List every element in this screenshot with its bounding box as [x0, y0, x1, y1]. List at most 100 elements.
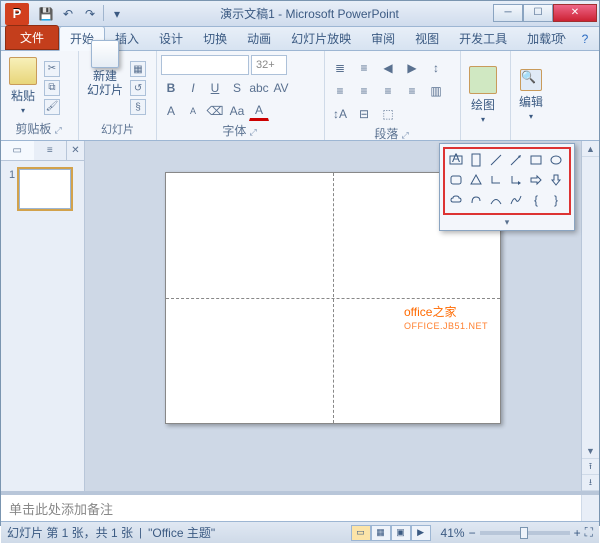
dialog-launcher-icon[interactable]: ⤢: [249, 127, 258, 137]
shape-rounded-rect-icon[interactable]: [447, 171, 465, 189]
shape-triangle-icon[interactable]: [467, 171, 485, 189]
change-case-button[interactable]: Aa: [227, 101, 247, 121]
reading-view-button[interactable]: ▣: [391, 525, 411, 541]
tab-developer[interactable]: 开发工具: [449, 27, 517, 50]
shape-rectangle-icon[interactable]: [527, 151, 545, 169]
scroll-down-icon[interactable]: ▼: [582, 443, 599, 459]
qat-customize-icon[interactable]: ▾: [108, 5, 126, 23]
slide-thumbnail[interactable]: 1: [9, 169, 76, 209]
slides-tab[interactable]: ▭: [1, 141, 34, 160]
line-spacing-button[interactable]: ↕: [425, 58, 447, 78]
smartart-button[interactable]: ⬚: [377, 104, 399, 124]
dialog-launcher-icon[interactable]: ⤢: [54, 125, 63, 135]
tab-review[interactable]: 审阅: [361, 27, 405, 50]
underline-button[interactable]: U: [205, 78, 225, 98]
font-color-button[interactable]: A: [249, 101, 269, 121]
bold-button[interactable]: B: [161, 78, 181, 98]
section-icon[interactable]: §: [130, 99, 146, 115]
undo-icon[interactable]: ↶: [59, 5, 77, 23]
new-slide-button[interactable]: 新建 幻灯片: [83, 74, 127, 98]
shape-textbox-icon[interactable]: A: [447, 151, 465, 169]
dialog-launcher-icon[interactable]: ⤢: [401, 130, 410, 140]
shape-cloud-icon[interactable]: [447, 191, 465, 209]
zoom-in-button[interactable]: +: [574, 526, 581, 540]
shadow-button[interactable]: abc: [249, 78, 269, 98]
sorter-view-button[interactable]: ▦: [371, 525, 391, 541]
group-font: 32+ B I U S abc AV A A ⌫ Aa A 字体 ⤢: [157, 51, 325, 140]
redo-icon[interactable]: ↷: [81, 5, 99, 23]
bullets-button[interactable]: ≣: [329, 58, 351, 78]
shape-connector-elbow-icon[interactable]: [487, 171, 505, 189]
zoom-level[interactable]: 41%: [441, 526, 465, 540]
scroll-up-icon[interactable]: ▲: [582, 141, 599, 157]
shape-down-arrow-icon[interactable]: [547, 171, 565, 189]
normal-view-button[interactable]: ▭: [351, 525, 371, 541]
notes-placeholder[interactable]: 单击此处添加备注: [1, 495, 581, 521]
shape-connector-arrow-icon[interactable]: [507, 171, 525, 189]
strike-button[interactable]: S: [227, 78, 247, 98]
minimize-button[interactable]: ─: [493, 4, 523, 22]
shape-freeform-icon[interactable]: [467, 191, 485, 209]
next-slide-icon[interactable]: ⭳: [582, 475, 599, 491]
shape-curve-icon[interactable]: [507, 191, 525, 209]
theme-name: "Office 主题": [148, 524, 215, 541]
grow-font-button[interactable]: A: [161, 101, 181, 121]
vertical-scrollbar[interactable]: ▲ ▼ ⭱ ⭳: [581, 141, 599, 491]
copy-icon[interactable]: ⧉: [44, 80, 60, 96]
zoom-slider[interactable]: [480, 531, 570, 535]
maximize-button[interactable]: ☐: [523, 4, 553, 22]
slideshow-view-button[interactable]: ▶: [411, 525, 431, 541]
cut-icon[interactable]: ✂: [44, 61, 60, 77]
editing-button[interactable]: 🔍编辑▾: [515, 67, 547, 123]
align-right-button[interactable]: ≡: [377, 81, 399, 101]
shape-brace-right-icon[interactable]: }: [547, 191, 565, 209]
shapes-more-icon[interactable]: ▾: [443, 217, 571, 227]
shape-vtextbox-icon[interactable]: [467, 151, 485, 169]
prev-slide-icon[interactable]: ⭱: [582, 459, 599, 475]
tab-view[interactable]: 视图: [405, 27, 449, 50]
clear-format-button[interactable]: ⌫: [205, 101, 225, 121]
text-direction-button[interactable]: ↕A: [329, 104, 351, 124]
tab-file[interactable]: 文件: [5, 25, 59, 50]
shape-line-icon[interactable]: [487, 151, 505, 169]
italic-button[interactable]: I: [183, 78, 203, 98]
tab-transitions[interactable]: 切换: [193, 27, 237, 50]
format-painter-icon[interactable]: 🖌: [44, 99, 60, 115]
justify-button[interactable]: ≡: [401, 81, 423, 101]
columns-button[interactable]: ▥: [425, 81, 447, 101]
paste-button[interactable]: 粘贴▾: [5, 55, 41, 117]
shape-arrow-line-icon[interactable]: [507, 151, 525, 169]
spacing-button[interactable]: AV: [271, 78, 291, 98]
tab-animations[interactable]: 动画: [237, 27, 281, 50]
reset-icon[interactable]: ↺: [130, 80, 146, 96]
shrink-font-button[interactable]: A: [183, 101, 203, 121]
notes-pane[interactable]: 单击此处添加备注: [1, 491, 599, 521]
layout-icon[interactable]: ▦: [130, 61, 146, 77]
shape-arc-icon[interactable]: [487, 191, 505, 209]
shape-brace-left-icon[interactable]: {: [527, 191, 545, 209]
scroll-track[interactable]: [582, 157, 599, 443]
zoom-out-button[interactable]: −: [469, 526, 476, 540]
indent-inc-button[interactable]: ▶: [401, 58, 423, 78]
font-family-select[interactable]: [161, 55, 249, 75]
numbering-button[interactable]: ≡: [353, 58, 375, 78]
tab-slideshow[interactable]: 幻灯片放映: [281, 27, 361, 50]
outline-tab[interactable]: ≡: [34, 141, 67, 160]
align-text-button[interactable]: ⊟: [353, 104, 375, 124]
shape-block-arrow-icon[interactable]: [527, 171, 545, 189]
ribbon-minimize-icon[interactable]: ^: [555, 31, 571, 47]
indent-dec-button[interactable]: ◀: [377, 58, 399, 78]
shape-oval-icon[interactable]: [547, 151, 565, 169]
tab-design[interactable]: 设计: [149, 27, 193, 50]
align-left-button[interactable]: ≡: [329, 81, 351, 101]
font-size-select[interactable]: 32+: [251, 55, 287, 75]
notes-scrollbar[interactable]: [581, 495, 599, 521]
drawing-button[interactable]: 绘图▾: [465, 64, 501, 126]
help-icon[interactable]: ?: [577, 31, 593, 47]
slide-editor[interactable]: office之家 OFFICE.JB51.NET A: [85, 141, 581, 491]
save-icon[interactable]: 💾: [37, 5, 55, 23]
close-button[interactable]: ✕: [553, 4, 597, 22]
pane-close-icon[interactable]: ✕: [66, 141, 84, 160]
align-center-button[interactable]: ≡: [353, 81, 375, 101]
fit-window-button[interactable]: ⛶: [585, 525, 593, 540]
